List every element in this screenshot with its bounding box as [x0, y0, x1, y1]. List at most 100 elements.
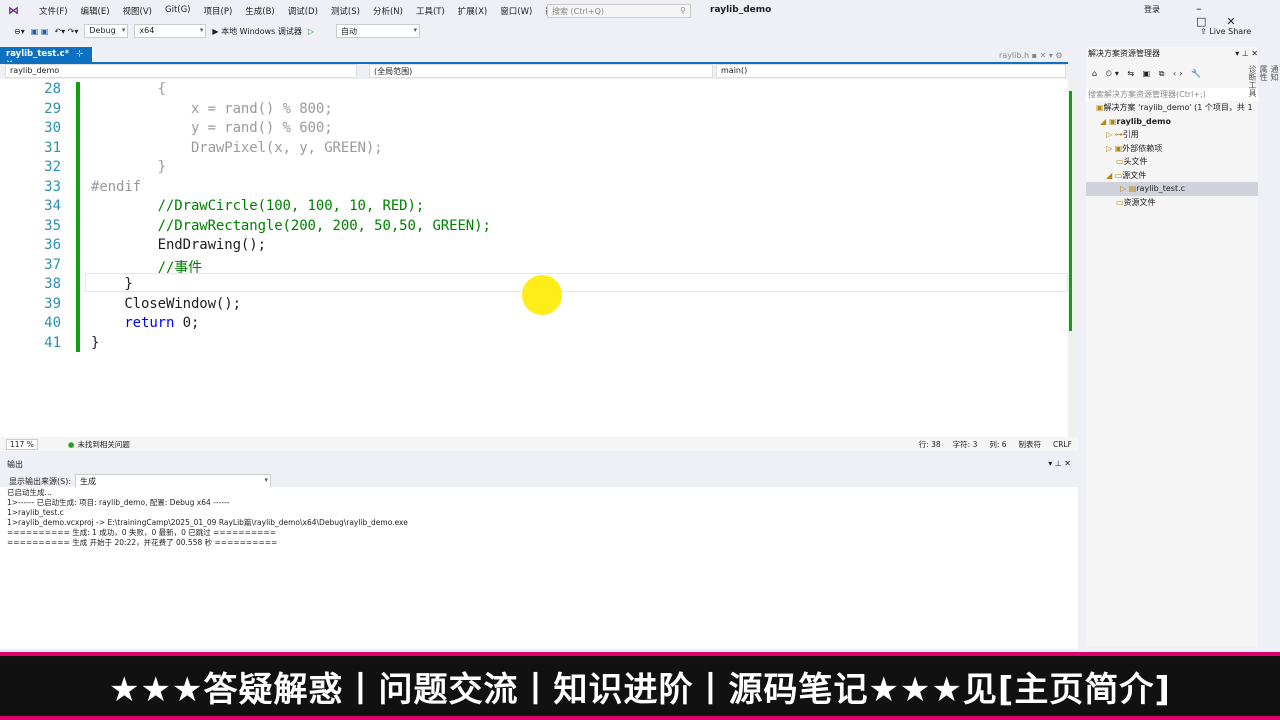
- char-indicator: 字符: 3: [952, 439, 978, 449]
- code-line: }: [91, 159, 166, 175]
- current-line-highlight: [85, 273, 1068, 292]
- tree-item[interactable]: ▷ ⊶ 引用: [1086, 128, 1258, 142]
- search-placeholder: 搜索 (Ctrl+Q): [552, 7, 605, 16]
- tab-raylib-h[interactable]: raylib.h ▪ ✕ ▾ ⚙: [999, 51, 1063, 60]
- change-gutter: [76, 82, 80, 352]
- tree-item[interactable]: ▣ 解决方案 'raylib_demo' (1 个项目，共 1: [1086, 101, 1258, 115]
- run-debugger-button[interactable]: ▶ 本地 Windows 调试器: [212, 26, 302, 37]
- line-number: 34: [44, 198, 61, 214]
- tree-item[interactable]: ◢ ▣ raylib_demo: [1086, 115, 1258, 129]
- vs-logo-icon: ⋈: [8, 4, 19, 17]
- check-icon: ●: [67, 439, 75, 449]
- panel-controls[interactable]: ▾ ⊥ ✕: [1235, 49, 1258, 58]
- output-source-select[interactable]: 生成: [75, 474, 272, 488]
- tree-item-label: 解决方案 'raylib_demo' (1 个项目，共 1: [1103, 103, 1253, 113]
- undo-icon[interactable]: ↶▾ ↷▾: [54, 27, 78, 36]
- solution-search-input[interactable]: 搜索解决方案资源管理器(Ctrl+;): [1086, 87, 1258, 101]
- menu-item[interactable]: 项目(P): [204, 5, 233, 17]
- tree-item-label: 引用: [1122, 130, 1139, 140]
- tab-raylib-test[interactable]: raylib_test.c* ⊹ ✕: [0, 47, 92, 69]
- code-line: y = rand() % 600;: [91, 120, 333, 136]
- function-dropdown[interactable]: main(): [716, 64, 1066, 78]
- panel-controls[interactable]: ▾ ⊥ ✕: [1048, 459, 1071, 468]
- save-icon[interactable]: ▣ ▣: [31, 27, 49, 36]
- solution-toolbar[interactable]: ⌂ ⏲▾ ⇆ ▣ ⧉ ‹› 🔧: [1086, 61, 1258, 88]
- menu-item[interactable]: Git(G): [165, 5, 191, 17]
- menu-item[interactable]: 窗口(W): [500, 5, 532, 17]
- tab-mode[interactable]: 制表符: [1019, 439, 1042, 450]
- line-indicator: 行: 38: [918, 439, 941, 449]
- menu-item[interactable]: 编辑(E): [81, 5, 110, 17]
- tree-item[interactable]: ▭ 头文件: [1086, 155, 1258, 169]
- mouse-highlight: [522, 275, 562, 315]
- output-line: 1>raylib_test.c: [7, 508, 64, 517]
- side-tab[interactable]: 通知: [1269, 65, 1280, 97]
- output-line: 1>------ 已启动生成: 项目: raylib_demo, 配置: Deb…: [7, 498, 230, 507]
- side-tab[interactable]: 诊断工具: [1247, 65, 1258, 97]
- side-tabs: 通知 属性 诊断工具: [1248, 65, 1280, 109]
- tree-item-label: 源文件: [1122, 170, 1147, 180]
- code-line: //DrawRectangle(200, 200, 50,50, GREEN);: [91, 217, 491, 234]
- tree-node-icon: ▷ ▣: [1106, 143, 1123, 153]
- menu-item[interactable]: 分析(N): [373, 5, 403, 17]
- tree-node-icon: ▣: [1096, 103, 1104, 113]
- menu-item[interactable]: 文件(F): [39, 5, 68, 17]
- output-text: 已启动生成… 1>------ 已启动生成: 项目: raylib_demo, 配…: [7, 488, 1070, 648]
- output-line: 已启动生成…: [7, 488, 52, 497]
- code-line: return 0;: [124, 315, 200, 331]
- output-source-label: 显示输出来源(S):: [9, 476, 72, 486]
- col-indicator: 列: 6: [989, 439, 1007, 449]
- menu-item[interactable]: 生成(B): [245, 5, 274, 17]
- tree-item[interactable]: ▭ 资源文件: [1086, 196, 1258, 210]
- editor-scrollbar[interactable]: [1068, 79, 1078, 437]
- line-number: 38: [44, 276, 61, 292]
- search-icon: ⚲: [680, 6, 686, 15]
- line-number: 36: [44, 237, 61, 253]
- side-tab[interactable]: 属性: [1258, 65, 1269, 97]
- code-editor[interactable]: 28 {29 x = rand() % 800; 30 y = rand() % …: [0, 79, 1068, 437]
- code-line: CloseWindow();: [91, 295, 241, 312]
- auto-select[interactable]: 自动: [336, 24, 421, 38]
- code-line: //DrawCircle(100, 100, 10, RED);: [91, 198, 425, 214]
- solution-explorer: 解决方案资源管理器 ▾ ⊥ ✕ ⌂ ⏲▾ ⇆ ▣ ⧉ ‹› 🔧 搜索解决方案资源管…: [1086, 47, 1258, 647]
- window-title: raylib_demo: [710, 5, 772, 15]
- output-line: ========== 生成: 1 成功，0 失败，0 最新，0 已跳过 ====…: [7, 528, 276, 537]
- platform-select[interactable]: x64: [134, 24, 207, 38]
- tree-item[interactable]: ▷ ▤ raylib_test.c: [1086, 182, 1258, 196]
- tree-item[interactable]: ◢ ▭ 源文件: [1086, 169, 1258, 183]
- eol-mode[interactable]: CRLF: [1053, 440, 1072, 449]
- menu-item[interactable]: 调试(D): [288, 5, 318, 17]
- code-line: EndDrawing();: [91, 237, 266, 253]
- config-select[interactable]: Debug: [84, 24, 129, 38]
- menu-item[interactable]: 测试(S): [331, 5, 360, 17]
- promo-banner: ★★★答疑解惑丨问题交流丨知识进阶丨源码笔记★★★见[主页简介]: [0, 652, 1280, 720]
- output-panel-header: 输出 ▾ ⊥ ✕: [0, 456, 1078, 470]
- line-number: 41: [44, 334, 61, 351]
- zoom-select[interactable]: 117 %: [6, 438, 38, 450]
- tree-item-label: raylib_demo: [1116, 116, 1172, 126]
- scope-dropdown[interactable]: (全局范围): [369, 64, 713, 78]
- run-no-debug-icon[interactable]: ▷: [308, 27, 314, 36]
- code-line: DrawPixel(x, y, GREEN);: [91, 139, 383, 156]
- line-number: 29: [44, 100, 61, 117]
- tree-node-icon: ▭: [1116, 157, 1124, 167]
- menu-item[interactable]: 工具(T): [416, 5, 445, 17]
- menu-item[interactable]: 扩展(X): [458, 5, 487, 17]
- tab-label: raylib_test.c*: [6, 49, 70, 59]
- login-link[interactable]: 登录: [1144, 4, 1160, 15]
- line-number: 33: [44, 178, 61, 195]
- keyword: return: [124, 315, 175, 331]
- issues-status[interactable]: 未找到相关问题: [77, 439, 130, 450]
- project-dropdown[interactable]: raylib_demo: [5, 64, 357, 78]
- tree-node-icon: ▷ ▤: [1120, 184, 1137, 194]
- tree-item-label: 外部依赖项: [1122, 143, 1163, 153]
- tree-item[interactable]: ▷ ▣ 外部依赖项: [1086, 142, 1258, 156]
- solution-explorer-title: 解决方案资源管理器: [1088, 49, 1160, 59]
- line-number: 32: [44, 159, 61, 175]
- menu-item[interactable]: 视图(V): [123, 5, 152, 17]
- editor-status-bar: 117 % ● 未找到相关问题 行: 38 字符: 3 列: 6 制表符 CRL…: [0, 437, 1078, 451]
- search-input[interactable]: 搜索 (Ctrl+Q) ⚲: [547, 4, 691, 18]
- code-line: }: [91, 334, 100, 351]
- code-line: #endif: [91, 178, 141, 195]
- back-icon[interactable]: ⊖▾: [14, 27, 25, 36]
